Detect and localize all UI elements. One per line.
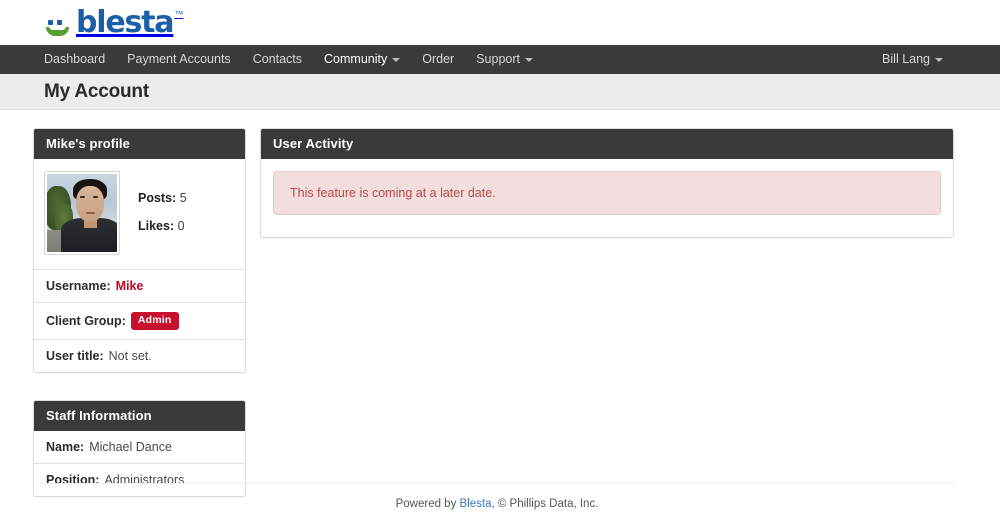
nav-item-contacts[interactable]: Contacts: [242, 45, 313, 74]
row-user-title: User title: Not set.: [34, 338, 245, 372]
left-column: Mike's profile Posts: 5 Likes: 0 Usernam…: [33, 128, 246, 524]
stat-posts: Posts: 5: [138, 191, 187, 205]
row-username-value: Mike: [115, 279, 144, 293]
main-navigation: Dashboard Payment Accounts Contacts Comm…: [0, 45, 1000, 74]
footer-suffix: , © Phillips Data, Inc.: [491, 498, 599, 510]
stat-likes: Likes: 0: [138, 219, 187, 233]
avatar: [44, 171, 120, 255]
nav-label: Community: [324, 52, 388, 66]
profile-stats: Posts: 5 Likes: 0: [120, 171, 187, 255]
staff-panel-heading: Staff Information: [34, 400, 245, 431]
blesta-link[interactable]: Blesta: [460, 498, 492, 510]
profile-panel-heading: Mike's profile: [34, 129, 245, 159]
nav-items: Dashboard Payment Accounts Contacts Comm…: [44, 45, 544, 74]
user-activity-panel: User Activity This feature is coming at …: [260, 128, 954, 238]
nav-label: Dashboard: [44, 52, 106, 66]
nav-item-support[interactable]: Support: [465, 45, 544, 74]
row-user-title-value: Not set.: [108, 348, 152, 363]
row-client-group-label: Client Group:: [46, 313, 126, 328]
nav-item-community[interactable]: Community: [313, 45, 411, 74]
row-username: Username: Mike: [34, 269, 245, 302]
page-title-band: My Account: [0, 74, 1000, 110]
row-username-label: Username:: [46, 279, 111, 293]
app-page: blesta ™ Dashboard Payment Accounts Cont…: [0, 0, 1000, 526]
row-staff-name-value: Michael Dance: [89, 439, 172, 454]
activity-panel-heading: User Activity: [261, 129, 953, 159]
page-footer: Powered by Blesta, © Phillips Data, Inc.: [0, 483, 1000, 526]
trademark-symbol: ™: [174, 8, 184, 19]
user-menu-label: Bill Lang: [882, 52, 930, 66]
nav-item-payment-accounts[interactable]: Payment Accounts: [116, 45, 242, 74]
chevron-down-icon: [524, 57, 533, 62]
nav-user-area: Bill Lang: [882, 45, 1000, 74]
right-column: User Activity This feature is coming at …: [260, 128, 954, 265]
avatar-photo: [47, 174, 117, 252]
nav-label: Order: [422, 52, 455, 66]
page-title: My Account: [44, 80, 149, 102]
blesta-logo[interactable]: blesta ™: [44, 4, 184, 40]
profile-summary: Posts: 5 Likes: 0: [34, 159, 245, 269]
chevron-down-icon: [935, 57, 943, 62]
chevron-down-icon: [392, 57, 401, 62]
logo-wordmark: blesta: [76, 4, 175, 40]
activity-panel-body: This feature is coming at a later date.: [261, 159, 953, 237]
row-client-group: Client Group: Admin: [34, 302, 245, 339]
user-menu-button[interactable]: Bill Lang: [882, 45, 954, 74]
nav-label: Contacts: [252, 52, 303, 66]
stat-likes-value: 0: [177, 219, 185, 233]
stat-posts-label: Posts:: [138, 191, 177, 205]
nav-label: Payment Accounts: [127, 52, 231, 66]
row-staff-name-label: Name:: [46, 439, 85, 454]
row-user-title-label: User title:: [46, 348, 104, 363]
nav-item-dashboard[interactable]: Dashboard: [44, 45, 116, 74]
stat-posts-value: 5: [179, 191, 187, 205]
footer-text: Powered by Blesta, © Phillips Data, Inc.: [40, 484, 954, 526]
content-area: Mike's profile Posts: 5 Likes: 0 Usernam…: [0, 110, 1000, 524]
footer-prefix: Powered by: [395, 498, 460, 510]
logo-bar: blesta ™: [0, 0, 1000, 45]
info-alert: This feature is coming at a later date.: [273, 171, 941, 215]
smiley-face-icon: [44, 16, 74, 38]
stat-likes-label: Likes:: [138, 219, 175, 233]
nav-label: Support: [476, 52, 520, 66]
profile-panel: Mike's profile Posts: 5 Likes: 0 Usernam…: [33, 128, 246, 373]
row-staff-name: Name: Michael Dance: [34, 431, 245, 463]
status-badge: Admin: [130, 312, 179, 330]
nav-item-order[interactable]: Order: [411, 45, 465, 74]
